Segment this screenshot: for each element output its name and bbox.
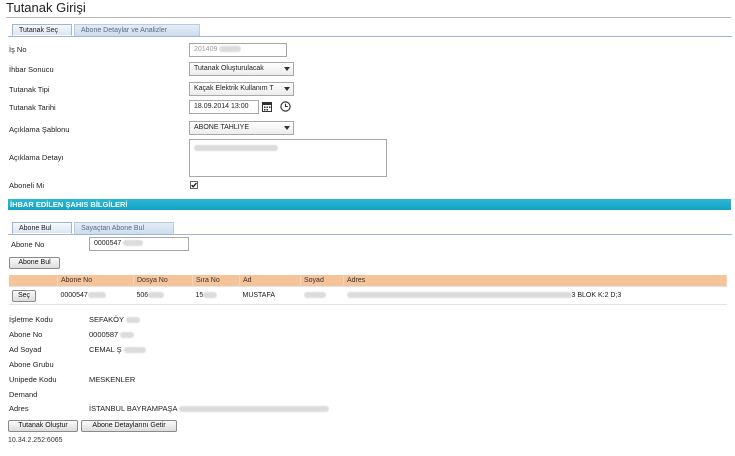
redacted-mark bbox=[219, 46, 242, 53]
detail-label: İşletme Kodu bbox=[9, 315, 53, 324]
redacted-mark bbox=[346, 292, 572, 299]
redacted-mark bbox=[194, 145, 278, 152]
detail-label: Abone Grubu bbox=[9, 360, 54, 369]
dosya-no-cell: 506 bbox=[133, 286, 193, 305]
detail-label: Adres bbox=[9, 404, 29, 413]
tab-abone-bul[interactable]: Abone Bul bbox=[12, 222, 72, 234]
top-tabbar: Tutanak Seç Abone Detaylar ve Analizler bbox=[8, 22, 732, 37]
sira-no-value: 15 bbox=[195, 292, 204, 299]
section-header: İHBAR EDİLEN ŞAHIS BİLGİLERİ bbox=[8, 199, 731, 210]
ihbar-sonucu-select[interactable]: Tutanak Oluşturulacak bbox=[189, 62, 294, 76]
tutanak-tarihi-label: Tutanak Tarihi bbox=[9, 103, 56, 112]
redacted-mark bbox=[123, 240, 144, 247]
page-title: Tutanak Girişi bbox=[6, 0, 86, 15]
chevron-down-icon bbox=[284, 126, 290, 130]
detail-label: Ad Soyad bbox=[9, 345, 42, 354]
sira-no-cell: 15 bbox=[192, 286, 240, 305]
detail-value: MESKENLER bbox=[89, 375, 136, 384]
results-table: Abone No Dosya No Sıra No Ad Soyad Adres… bbox=[9, 275, 727, 305]
detail-value: SEFAKÖY bbox=[89, 315, 140, 324]
dosya-no-value: 506 bbox=[136, 292, 149, 299]
sec-button[interactable]: Seç bbox=[12, 289, 36, 302]
column-header: Soyad bbox=[300, 275, 344, 287]
detail-label: Unipede Kodu bbox=[9, 375, 57, 384]
chevron-down-icon bbox=[284, 87, 290, 91]
tutanak-olustur-button[interactable]: Tutanak Oluştur bbox=[8, 420, 78, 432]
calendar-icon[interactable] bbox=[262, 101, 272, 112]
abone-no-search-input[interactable]: 0000547 bbox=[89, 237, 189, 251]
chevron-down-icon bbox=[284, 67, 290, 71]
tutanak-tarihi-field[interactable]: 18.09.2014 13:00 bbox=[189, 100, 259, 114]
table-header-row: Abone No Dosya No Sıra No Ad Soyad Adres bbox=[9, 275, 727, 287]
redacted-mark bbox=[148, 292, 165, 299]
detail-value: İSTANBUL BAYRAMPAŞA bbox=[89, 404, 330, 413]
column-header: Ad bbox=[239, 275, 301, 287]
is-no-value: 201409 bbox=[194, 46, 218, 53]
aciklama-sablonu-label: Açıklama Şablonu bbox=[9, 125, 70, 134]
detail-label: Demand bbox=[9, 390, 38, 399]
table-row[interactable]: Seç 0000547 506 15 MUSTAFA 3 BLOK K:2 D;… bbox=[9, 286, 727, 305]
aboneli-mi-checkbox[interactable] bbox=[190, 181, 198, 189]
column-header bbox=[9, 275, 58, 287]
column-header: Sıra No bbox=[192, 275, 240, 287]
tab-sayactan-abone-bul[interactable]: Sayaçtan Abone Bul bbox=[74, 222, 174, 234]
ad-cell: MUSTAFA bbox=[239, 286, 301, 305]
aciklama-sablonu-value: ABONE TAHLIYE bbox=[194, 124, 249, 131]
abone-no-search-label: Abone No bbox=[11, 240, 45, 249]
aciklama-detayi-label: Açıklama Detayı bbox=[9, 153, 64, 162]
tutanak-tipi-label: Tutanak Tipi bbox=[9, 85, 50, 94]
adres-value: 3 BLOK K:2 D;3 bbox=[571, 292, 622, 299]
aboneli-mi-label: Aboneli Mi bbox=[9, 181, 45, 190]
column-header: Abone No bbox=[57, 275, 134, 287]
abone-no-value: 0000547 bbox=[60, 292, 88, 299]
bottom-tabbar: Abone Bul Sayaçtan Abone Bul bbox=[8, 220, 732, 235]
tab-tutanak-sec[interactable]: Tutanak Seç bbox=[12, 24, 72, 36]
tutanak-tipi-select[interactable]: Kaçak Elektrik Kullanım T bbox=[189, 82, 294, 96]
detail-label: Abone No bbox=[9, 330, 43, 339]
title-divider bbox=[6, 17, 731, 18]
ihbar-sonucu-value: Tutanak Oluşturulacak bbox=[194, 65, 264, 72]
tab-abone-detaylar[interactable]: Abone Detaylar ve Analizler bbox=[74, 24, 200, 36]
abone-bul-button[interactable]: Abone Bul bbox=[9, 257, 60, 269]
column-header: Dosya No bbox=[133, 275, 193, 287]
redacted-mark bbox=[87, 292, 106, 299]
select-cell: Seç bbox=[9, 286, 58, 305]
ihbar-sonucu-label: İhbar Sonucu bbox=[9, 65, 54, 74]
detail-value: CEMAL Ş bbox=[89, 345, 146, 354]
redacted-mark bbox=[303, 292, 326, 299]
detail-value: 0000587 bbox=[89, 330, 135, 339]
adres-cell: 3 BLOK K:2 D;3 bbox=[343, 286, 727, 305]
abone-no-search-value: 0000547 bbox=[94, 240, 122, 247]
is-no-label: İş No bbox=[9, 45, 27, 54]
abone-no-cell: 0000547 bbox=[57, 286, 134, 305]
soyad-cell bbox=[300, 286, 344, 305]
clock-icon[interactable] bbox=[280, 101, 291, 112]
aciklama-sablonu-select[interactable]: ABONE TAHLIYE bbox=[189, 121, 294, 135]
abone-detaylarini-getir-button[interactable]: Abone Detaylarını Getir bbox=[81, 420, 177, 432]
column-header: Adres bbox=[343, 275, 727, 287]
tutanak-tipi-value: Kaçak Elektrik Kullanım T bbox=[194, 85, 274, 92]
tutanak-tarihi-value: 18.09.2014 13:00 bbox=[194, 103, 249, 110]
redacted-mark bbox=[203, 292, 218, 299]
server-address: 10.34.2.252:6065 bbox=[8, 437, 63, 444]
aciklama-detayi-textarea[interactable] bbox=[189, 139, 387, 177]
is-no-field[interactable]: 201409 bbox=[189, 43, 287, 57]
